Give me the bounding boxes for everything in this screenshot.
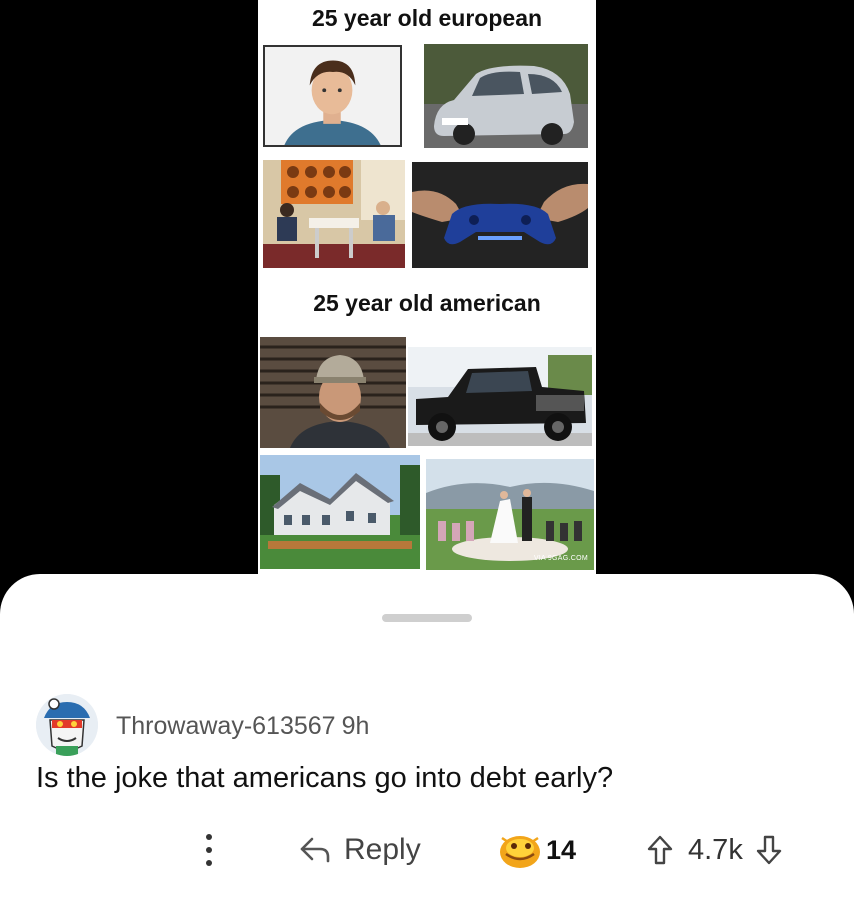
vote-controls: 4.7k xyxy=(646,828,783,872)
reply-label: Reply xyxy=(344,833,421,866)
vote-count: 4.7k xyxy=(688,833,743,866)
meme-image[interactable]: 25 year old european 25 year old america… xyxy=(258,0,596,578)
comment-meta: Throwaway-613567 9h xyxy=(116,712,369,741)
award-count: 14 xyxy=(546,834,577,865)
dot-icon xyxy=(206,834,212,840)
us-person-photo xyxy=(260,337,406,448)
more-options-button[interactable] xyxy=(196,832,222,868)
award-icon xyxy=(500,836,540,868)
us-car-photo xyxy=(408,347,592,446)
us-home-photo xyxy=(260,455,420,569)
username[interactable]: Throwaway-613567 xyxy=(116,712,336,740)
downvote-arrow-icon[interactable] xyxy=(755,834,783,866)
upvote-arrow-icon[interactable] xyxy=(646,834,674,866)
avatar[interactable] xyxy=(36,694,98,756)
us-life-photo: VIA 9GAG.COM xyxy=(426,459,594,570)
eu-home-photo xyxy=(263,160,405,268)
comment-actions: Reply 14 4.7k xyxy=(0,826,854,876)
eu-person-photo xyxy=(263,45,402,147)
meme-heading-american: 25 year old american xyxy=(313,290,541,316)
eu-car-photo xyxy=(424,44,588,148)
dot-icon xyxy=(206,860,212,866)
comment-sheet: Throwaway-613567 9h Is the joke that amer… xyxy=(0,574,854,914)
award-button[interactable]: 14 xyxy=(498,826,576,874)
eu-hobby-photo xyxy=(412,162,588,268)
reply-button[interactable]: Reply xyxy=(298,828,421,872)
dot-icon xyxy=(206,847,212,853)
drag-handle[interactable] xyxy=(382,614,472,622)
comment-body: Is the joke that americans go into debt … xyxy=(36,762,614,794)
meme-heading-european: 25 year old european xyxy=(311,5,543,31)
comment-time: 9h xyxy=(341,712,370,740)
watermark-text: VIA 9GAG.COM xyxy=(533,555,588,562)
reply-arrow-icon xyxy=(300,837,330,863)
